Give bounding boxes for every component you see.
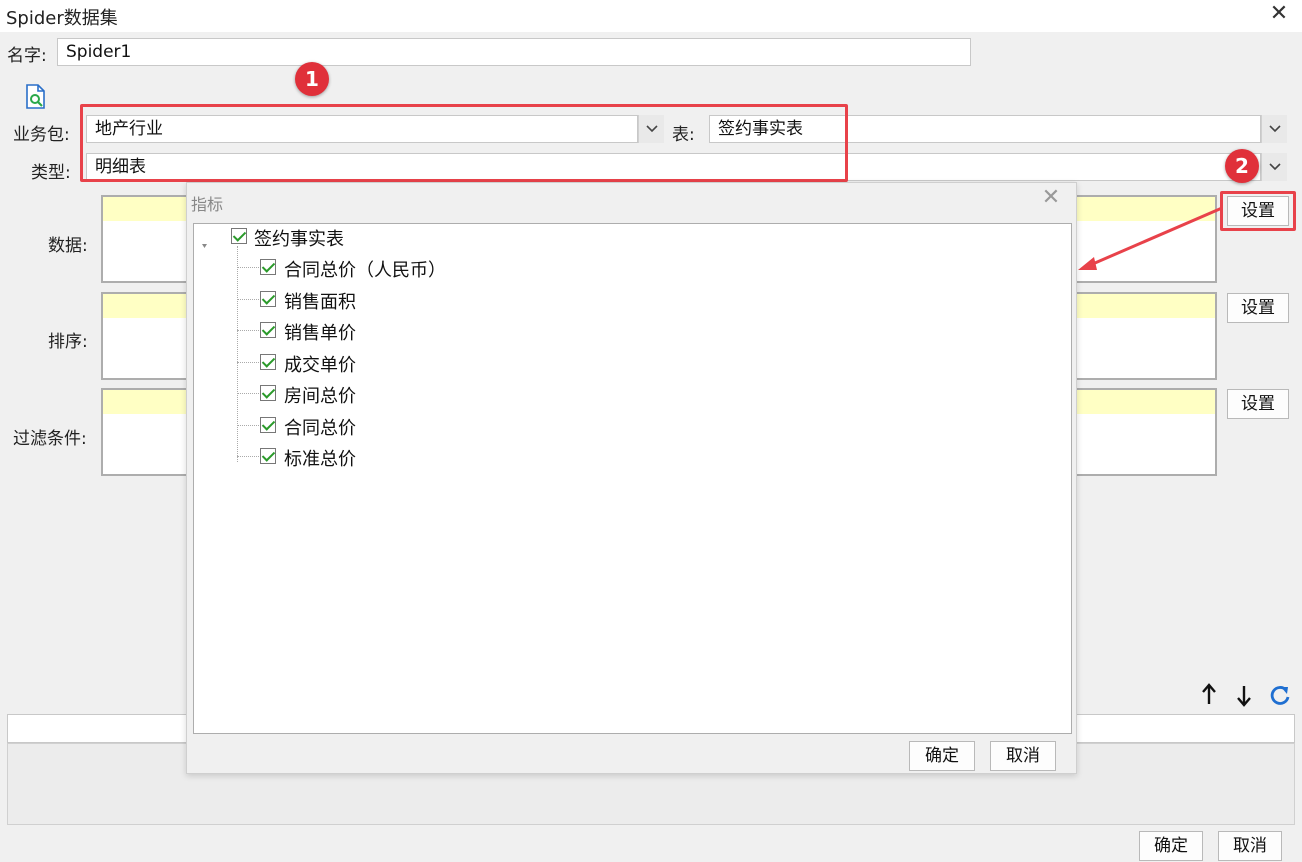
tree-item-checkbox[interactable]: [260, 417, 276, 433]
metric-tree: 签约事实表 合同总价（人民币） 销售面积 销售单价 成交单价 房间总价 合同总价…: [193, 223, 1072, 734]
business-package-label: 业务包:: [13, 125, 70, 145]
dialog-confirm-button[interactable]: 确定: [909, 741, 975, 771]
chevron-down-icon[interactable]: [1261, 115, 1287, 143]
cancel-button[interactable]: 取消: [1218, 831, 1282, 861]
filter-label: 过滤条件:: [13, 429, 87, 449]
tree-item-label: 房间总价: [284, 386, 356, 407]
tree-item-label: 销售面积: [284, 292, 356, 313]
annotation-marker-2: 2: [1225, 149, 1259, 183]
tree-item-label: 销售单价: [284, 323, 356, 344]
name-label: 名字:: [7, 46, 47, 66]
search-document-icon[interactable]: [25, 84, 47, 110]
tree-root-label: 签约事实表: [254, 229, 344, 250]
window-title: Spider数据集: [6, 8, 118, 29]
tree-item-checkbox[interactable]: [260, 354, 276, 370]
tree-item-label: 合同总价: [284, 418, 356, 439]
tree-branch: [237, 299, 259, 300]
tree-branch: [237, 393, 259, 394]
tree-item-checkbox[interactable]: [260, 448, 276, 464]
highlight-box-1: [80, 104, 848, 182]
tree-item-checkbox[interactable]: [260, 385, 276, 401]
refresh-icon[interactable]: [1268, 683, 1292, 707]
tree-item-label: 成交单价: [284, 355, 356, 376]
sort-label: 排序:: [48, 332, 88, 352]
metric-dialog: 指标 ✕ 签约事实表 合同总价（人民币） 销售面积 销售单价 成交单价 房间总价…: [186, 182, 1077, 774]
title-bar: Spider数据集 ✕: [0, 0, 1302, 32]
close-icon[interactable]: ✕: [1268, 3, 1290, 26]
name-input[interactable]: Spider1: [57, 38, 971, 66]
tree-item-label: 标准总价: [284, 449, 356, 470]
highlight-box-2: [1220, 191, 1296, 231]
data-label: 数据:: [48, 236, 88, 256]
filter-settings-button[interactable]: 设置: [1227, 389, 1289, 419]
tree-item-checkbox[interactable]: [260, 291, 276, 307]
type-label: 类型:: [31, 163, 71, 183]
tree-branch: [237, 267, 259, 268]
tree-branch: [237, 425, 259, 426]
tree-branch: [237, 362, 259, 363]
tree-item-checkbox[interactable]: [260, 259, 276, 275]
dialog-title: 指标: [191, 195, 224, 214]
tree-root-checkbox[interactable]: [231, 228, 247, 244]
tree-branch: [237, 456, 259, 457]
tree-guide: [237, 246, 238, 462]
arrow-down-icon[interactable]: [1233, 683, 1255, 707]
tree-collapse-icon[interactable]: [200, 236, 212, 248]
annotation-arrow: [1078, 206, 1223, 270]
tree-item-checkbox[interactable]: [260, 322, 276, 338]
arrow-up-icon[interactable]: [1198, 683, 1220, 707]
confirm-button[interactable]: 确定: [1139, 831, 1203, 861]
tree-branch: [237, 330, 259, 331]
chevron-down-icon[interactable]: [1261, 153, 1287, 181]
close-icon[interactable]: ✕: [1039, 187, 1063, 211]
dialog-cancel-button[interactable]: 取消: [990, 741, 1056, 771]
annotation-marker-1: 1: [295, 62, 329, 96]
tree-item-label: 合同总价（人民币）: [284, 260, 446, 281]
sort-settings-button[interactable]: 设置: [1227, 293, 1289, 323]
